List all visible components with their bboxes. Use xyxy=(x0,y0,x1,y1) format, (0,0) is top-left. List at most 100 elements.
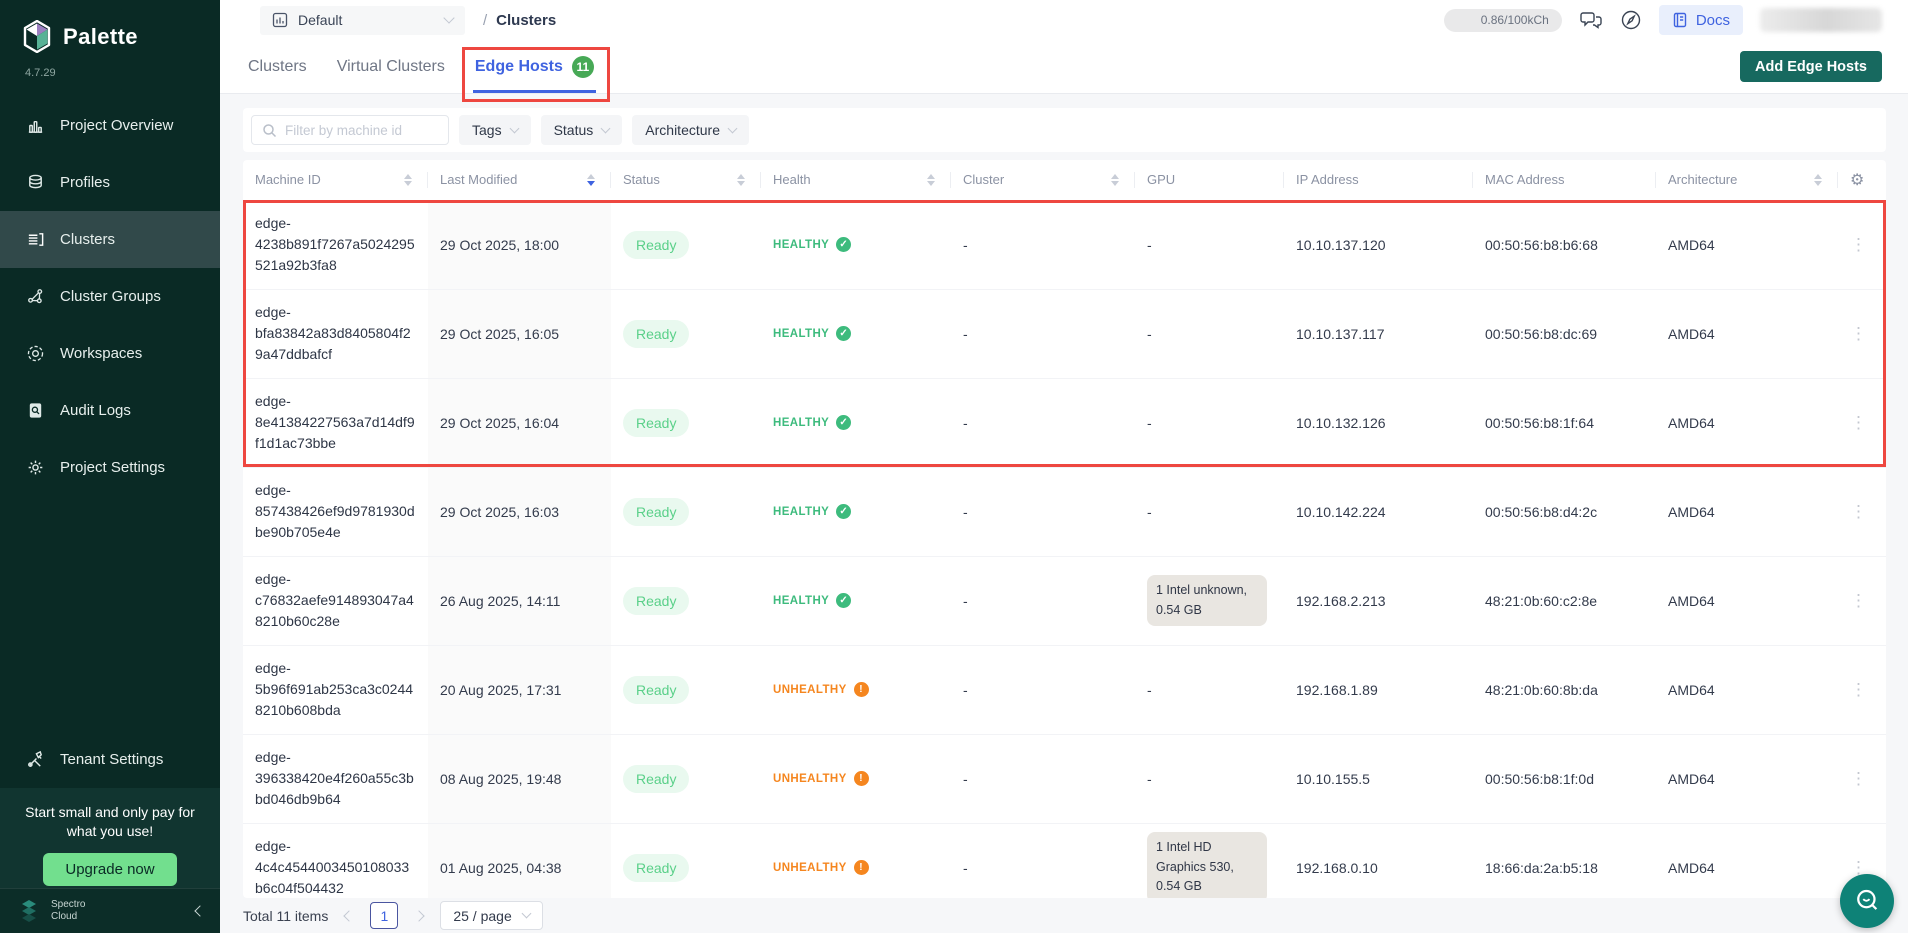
sidebar-item-cluster-groups[interactable]: Cluster Groups xyxy=(0,268,220,325)
app-version: 4.7.29 xyxy=(0,55,220,91)
user-account-blurred[interactable] xyxy=(1760,8,1882,32)
row-actions-kebab-icon[interactable]: ⋮ xyxy=(1850,680,1867,699)
column-header-status[interactable]: Status xyxy=(611,160,761,200)
table-body: edge-4238b891f7267a5024295521a92b3fa8 29… xyxy=(243,200,1886,898)
sidebar-item-workspaces[interactable]: Workspaces xyxy=(0,325,220,382)
column-header-last-modified[interactable]: Last Modified xyxy=(428,160,611,200)
table-row[interactable]: edge-8e41384227563a7d14df9f1d1ac73bbe 29… xyxy=(243,378,1886,467)
health-icon: ! xyxy=(854,682,869,697)
filter-dropdown-architecture[interactable]: Architecture xyxy=(632,115,749,145)
status-badge: Ready xyxy=(623,765,689,793)
page-size-select[interactable]: 25 / page xyxy=(440,901,542,930)
page-number-button[interactable]: 1 xyxy=(370,902,398,929)
sidebar-menu: Project Overview Profiles Clusters Clust… xyxy=(0,97,220,496)
gpu-cell: - xyxy=(1135,289,1284,378)
row-actions-kebab-icon[interactable]: ⋮ xyxy=(1850,235,1867,254)
search-box[interactable] xyxy=(251,115,449,145)
tab-clusters[interactable]: Clusters xyxy=(248,40,307,93)
tab-edge-hosts[interactable]: Edge Hosts 11 xyxy=(475,40,594,93)
filter-dropdown-label: Tags xyxy=(472,122,502,138)
sort-carets-icon xyxy=(927,174,939,186)
ip-address-cell: 192.168.0.10 xyxy=(1284,823,1473,898)
column-settings-gear-icon[interactable]: ⚙ xyxy=(1850,172,1864,189)
promo-text: Start small and only pay for what you us… xyxy=(12,803,208,841)
prev-page-icon[interactable] xyxy=(343,912,355,920)
column-header-machine-id[interactable]: Machine ID xyxy=(243,160,428,200)
status-cell: Ready xyxy=(611,823,761,898)
tab-virtual-clusters[interactable]: Virtual Clusters xyxy=(337,40,445,93)
chat-face-icon xyxy=(1852,886,1882,916)
table-footer: Total 11 items 1 25 / page xyxy=(220,898,1908,933)
column-label: Last Modified xyxy=(440,172,517,187)
column-header-health[interactable]: Health xyxy=(761,160,951,200)
breadcrumb-separator: / xyxy=(483,12,487,29)
ip-address-cell: 10.10.155.5 xyxy=(1284,734,1473,823)
row-actions-kebab-icon[interactable]: ⋮ xyxy=(1850,324,1867,343)
table-row[interactable]: edge-4238b891f7267a5024295521a92b3fa8 29… xyxy=(243,200,1886,289)
row-actions-kebab-icon[interactable]: ⋮ xyxy=(1850,591,1867,610)
row-actions-kebab-icon[interactable]: ⋮ xyxy=(1850,769,1867,788)
search-input[interactable] xyxy=(285,123,438,138)
support-chat-fab[interactable] xyxy=(1840,874,1894,928)
add-edge-hosts-button[interactable]: Add Edge Hosts xyxy=(1740,51,1882,82)
architecture-cell: AMD64 xyxy=(1656,378,1838,467)
health-cell: UNHEALTHY! xyxy=(761,645,951,734)
cluster-cell: - xyxy=(951,378,1135,467)
sidebar-item-profiles[interactable]: Profiles xyxy=(0,154,220,211)
table-row[interactable]: edge-4c4c4544003450108033b6c04f504432 01… xyxy=(243,823,1886,898)
last-modified: 29 Oct 2025, 16:03 xyxy=(428,467,611,556)
row-actions-kebab-icon[interactable]: ⋮ xyxy=(1850,413,1867,432)
gpu-badge: 1 Intel unknown, 0.54 GB xyxy=(1147,575,1267,626)
table-row[interactable]: edge-5b96f691ab253ca3c02448210b608bda 20… xyxy=(243,645,1886,734)
sidebar-item-tenant-settings[interactable]: Tenant Settings xyxy=(0,731,220,788)
sort-carets-icon xyxy=(587,174,599,186)
table-header-row: Machine ID Last Modified StatusHealthClust… xyxy=(243,160,1886,200)
chat-icon[interactable] xyxy=(1579,9,1603,31)
tab-label: Clusters xyxy=(248,58,307,76)
docs-button[interactable]: Docs xyxy=(1659,5,1743,35)
health-cell: HEALTHY✓ xyxy=(761,289,951,378)
table-row[interactable]: edge-396338420e4f260a55c3bbd046db9b64 08… xyxy=(243,734,1886,823)
gpu-cell: - xyxy=(1135,734,1284,823)
brand: Palette xyxy=(0,0,220,55)
health-icon: ✓ xyxy=(836,593,851,608)
sidebar-item-clusters[interactable]: Clusters xyxy=(0,211,220,268)
gpu-cell: - xyxy=(1135,645,1284,734)
sidebar-item-label: Cluster Groups xyxy=(60,288,161,305)
next-page-icon[interactable] xyxy=(413,912,425,920)
table-row[interactable]: edge-c76832aefe914893047a48210b60c28e 26… xyxy=(243,556,1886,645)
mac-address-cell: 00:50:56:b8:b6:68 xyxy=(1473,200,1656,289)
column-header-cluster[interactable]: Cluster xyxy=(951,160,1135,200)
health-icon: ✓ xyxy=(836,237,851,252)
total-items-label: Total 11 items xyxy=(243,908,328,924)
table-row[interactable]: edge-bfa83842a83d8405804f29a47ddbafcf 29… xyxy=(243,289,1886,378)
filter-dropdown-status[interactable]: Status xyxy=(541,115,623,145)
project-selector-value: Default xyxy=(298,12,435,28)
compass-icon[interactable] xyxy=(1620,9,1642,31)
tabs: Clusters Virtual Clusters Edge Hosts 11 xyxy=(248,40,594,93)
mac-address-cell: 00:50:56:b8:d4:2c xyxy=(1473,467,1656,556)
sidebar-item-project-overview[interactable]: Project Overview xyxy=(0,97,220,154)
table-row[interactable]: edge-857438426ef9d9781930dbe90b705e4e 29… xyxy=(243,467,1886,556)
health-cell: UNHEALTHY! xyxy=(761,823,951,898)
column-header-ip-address: IP Address xyxy=(1284,160,1473,200)
sidebar-item-audit-logs[interactable]: Audit Logs xyxy=(0,382,220,439)
gpu-cell: - xyxy=(1135,467,1284,556)
row-actions-kebab-icon[interactable]: ⋮ xyxy=(1850,502,1867,521)
tab-label: Virtual Clusters xyxy=(337,58,445,76)
column-label: IP Address xyxy=(1296,172,1359,187)
project-selector[interactable]: Default xyxy=(260,6,465,35)
sidebar-collapse-button[interactable] xyxy=(196,907,204,915)
sidebar-item-project-settings[interactable]: Project Settings xyxy=(0,439,220,496)
filter-dropdown-tags[interactable]: Tags xyxy=(459,115,531,145)
cluster-cell: - xyxy=(951,734,1135,823)
chevron-down-icon xyxy=(521,909,531,919)
column-header-architecture[interactable]: Architecture xyxy=(1656,160,1838,200)
sidebar-item-label: Workspaces xyxy=(60,345,142,362)
project-chart-icon xyxy=(272,12,288,28)
sidebar-item-label: Project Settings xyxy=(60,459,165,476)
filter-bar: Tags Status Architecture xyxy=(243,108,1886,152)
sidebar-item-label: Profiles xyxy=(60,174,110,191)
architecture-cell: AMD64 xyxy=(1656,734,1838,823)
upgrade-now-button[interactable]: Upgrade now xyxy=(43,853,176,886)
